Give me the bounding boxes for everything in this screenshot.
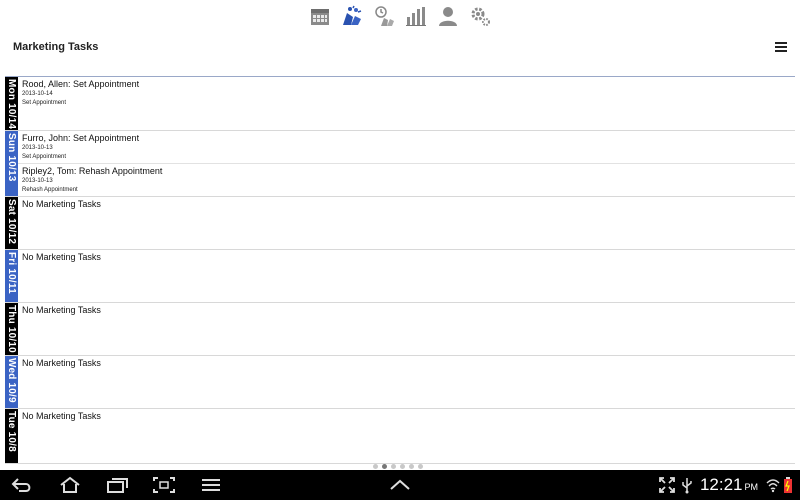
- day-label: Wed 10/9: [6, 358, 17, 403]
- task-item[interactable]: Furro, John: Set Appointment 2013-10-13 …: [18, 131, 795, 164]
- calendar-icon[interactable]: [308, 4, 332, 28]
- day-group: Thu 10/10 No Marketing Tasks: [5, 303, 795, 356]
- usb-icon: [680, 476, 694, 494]
- marketing-icon[interactable]: [340, 4, 364, 28]
- empty-message: No Marketing Tasks: [22, 199, 101, 209]
- task-type: Set Appointment: [22, 100, 67, 106]
- status-clock: 12:21 PM: [700, 475, 758, 495]
- page-dot[interactable]: [418, 464, 423, 469]
- day-band: Fri 10/11: [5, 250, 18, 302]
- home-icon[interactable]: [58, 476, 82, 494]
- day-label: Mon 10/14: [6, 79, 17, 130]
- page-dot[interactable]: [400, 464, 405, 469]
- task-date: 2013-10-14: [22, 91, 53, 97]
- battery-icon: [782, 476, 794, 494]
- task-item[interactable]: Ripley2, Tom: Rehash Appointment 2013-10…: [18, 164, 795, 196]
- day-band: Wed 10/9: [5, 356, 18, 408]
- page-dot[interactable]: [373, 464, 378, 469]
- settings-icon[interactable]: [468, 4, 492, 28]
- page-dot[interactable]: [409, 464, 414, 469]
- empty-message: No Marketing Tasks: [22, 411, 101, 421]
- day-band: Tue 10/8: [5, 409, 18, 463]
- page-dot[interactable]: [391, 464, 396, 469]
- page-title: Marketing Tasks: [13, 41, 99, 53]
- day-band: Sat 10/12: [5, 197, 18, 249]
- day-label: Sat 10/12: [6, 199, 17, 245]
- day-group: Wed 10/9 No Marketing Tasks: [5, 356, 795, 409]
- wifi-icon: [766, 476, 780, 494]
- task-type: Set Appointment: [22, 154, 67, 160]
- menu-icon[interactable]: [774, 40, 788, 54]
- day-group: Fri 10/11 No Marketing Tasks: [5, 250, 795, 303]
- day-group: Tue 10/8 No Marketing Tasks: [5, 409, 795, 464]
- page-dot-active[interactable]: [382, 464, 387, 469]
- day-group: Mon 10/14 Rood, Allen: Set Appointment 2…: [5, 77, 795, 131]
- day-label: Fri 10/11: [6, 252, 17, 294]
- day-label: Thu 10/10: [6, 305, 17, 353]
- task-item[interactable]: Rood, Allen: Set Appointment 2013-10-14 …: [18, 77, 795, 130]
- stats-icon[interactable]: [404, 4, 428, 28]
- day-label: Sun 10/13: [6, 133, 17, 182]
- clock-time: 12:21: [699, 475, 743, 494]
- task-title: Rood, Allen: Set Appointment: [22, 79, 140, 89]
- day-group: Sun 10/13 Furro, John: Set Appointment 2…: [5, 131, 795, 197]
- up-chevron-icon[interactable]: [388, 476, 412, 494]
- day-band: Sun 10/13: [5, 131, 18, 196]
- day-band: Thu 10/10: [5, 303, 18, 355]
- task-type: Rehash Appointment: [22, 187, 78, 193]
- empty-message: No Marketing Tasks: [22, 305, 101, 315]
- screenshot-icon[interactable]: [152, 476, 176, 494]
- menu-icon[interactable]: [199, 476, 223, 494]
- recent-apps-icon[interactable]: [106, 476, 130, 494]
- day-band: Mon 10/14: [5, 77, 18, 130]
- user-icon[interactable]: [436, 4, 460, 28]
- schedule-icon[interactable]: [372, 4, 396, 28]
- empty-message: No Marketing Tasks: [22, 358, 101, 368]
- fullscreen-icon[interactable]: [655, 476, 679, 494]
- page-indicator: [373, 464, 423, 469]
- task-title: Furro, John: Set Appointment: [22, 133, 140, 143]
- empty-message: No Marketing Tasks: [22, 252, 101, 262]
- day-group: Sat 10/12 No Marketing Tasks: [5, 197, 795, 250]
- system-bar: 12:21 PM: [0, 470, 800, 500]
- back-icon[interactable]: [10, 476, 34, 494]
- task-date: 2013-10-13: [22, 145, 53, 151]
- task-list[interactable]: Mon 10/14 Rood, Allen: Set Appointment 2…: [5, 76, 795, 465]
- task-title: Ripley2, Tom: Rehash Appointment: [22, 166, 163, 176]
- day-label: Tue 10/8: [6, 411, 17, 452]
- page-header: Marketing Tasks: [0, 32, 800, 66]
- top-nav: [0, 0, 800, 32]
- clock-ampm: PM: [744, 482, 759, 492]
- task-date: 2013-10-13: [22, 178, 53, 184]
